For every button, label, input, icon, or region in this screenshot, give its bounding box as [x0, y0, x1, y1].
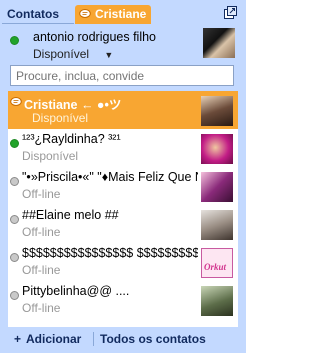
- contact-name: ¹²³¿Rayldinha? ³²¹: [22, 132, 121, 146]
- contact-status: Disponível: [32, 111, 89, 125]
- tab-contacts[interactable]: Contatos: [2, 5, 74, 24]
- online-status-icon: [10, 139, 19, 148]
- contact-name: $$$$$$$$$$$$$$$$ $$$$$$$$$$$$$: [22, 246, 198, 260]
- tab-bar: Contatos Cristiane: [0, 0, 246, 24]
- contact-name: Pittybelinha@@ ....: [22, 284, 130, 298]
- offline-status-icon: [10, 215, 19, 224]
- contact-row[interactable]: $$$$$$$$$$$$$$$$ $$$$$$$$$$$$$ Off-line …: [8, 243, 238, 281]
- self-status-dot: [10, 36, 19, 45]
- contact-status: Off-line: [22, 301, 61, 315]
- orkut-avatar: Orkut: [201, 248, 233, 278]
- contact-name: "•»Priscila•«" "♦Mais Feliz Que N: [22, 170, 198, 184]
- chat-bubble-icon: [10, 97, 22, 106]
- popout-icon[interactable]: [224, 6, 237, 19]
- tab-chat-label: Cristiane: [95, 7, 147, 21]
- contact-name: ##Elaine melo ##: [22, 208, 119, 222]
- contact-avatar: [201, 210, 233, 240]
- contact-row[interactable]: ##Elaine melo ## Off-line: [8, 205, 238, 243]
- contact-status: Off-line: [22, 225, 61, 239]
- contact-avatar: [201, 172, 233, 202]
- contact-row[interactable]: "•»Priscila•«" "♦Mais Feliz Que N Off-li…: [8, 167, 238, 205]
- contact-status: Disponível: [22, 149, 79, 163]
- orkut-logo-text: Orkut: [204, 262, 227, 272]
- contact-avatar: [201, 286, 233, 316]
- tab-chat-cristiane[interactable]: Cristiane: [75, 5, 151, 24]
- contact-row[interactable]: ¹²³¿Rayldinha? ³²¹ Disponível: [8, 129, 238, 167]
- self-status-selector[interactable]: Disponível ▼: [33, 47, 113, 61]
- offline-status-icon: [10, 291, 19, 300]
- self-avatar[interactable]: [203, 28, 235, 58]
- chevron-down-icon: ▼: [104, 50, 114, 60]
- offline-status-icon: [10, 177, 19, 186]
- chat-widget: Contatos Cristiane antonio rodrigues fil…: [0, 0, 246, 353]
- contact-status: Off-line: [22, 187, 61, 201]
- add-plus-icon[interactable]: +: [14, 332, 21, 346]
- contact-row[interactable]: Cristiane ← ●•ツ Disponível: [8, 91, 238, 129]
- contact-status: Off-line: [22, 263, 61, 277]
- add-contact-link[interactable]: Adicionar: [26, 332, 81, 346]
- contact-row[interactable]: Pittybelinha@@ .... Off-line: [8, 281, 238, 319]
- search-input[interactable]: [10, 65, 234, 86]
- footer-divider: [93, 332, 94, 346]
- footer-bar: + Adicionar Todos os contatos: [8, 329, 238, 349]
- contact-avatar: [201, 134, 233, 164]
- self-name: antonio rodrigues filho: [33, 30, 156, 44]
- all-contacts-link[interactable]: Todos os contatos: [100, 332, 206, 346]
- contact-list: Cristiane ← ●•ツ Disponível ¹²³¿Rayldinha…: [8, 91, 238, 327]
- contact-avatar: [201, 96, 233, 126]
- chat-bubble-icon: [79, 9, 91, 18]
- offline-status-icon: [10, 253, 19, 262]
- self-status-label: Disponível: [33, 47, 90, 61]
